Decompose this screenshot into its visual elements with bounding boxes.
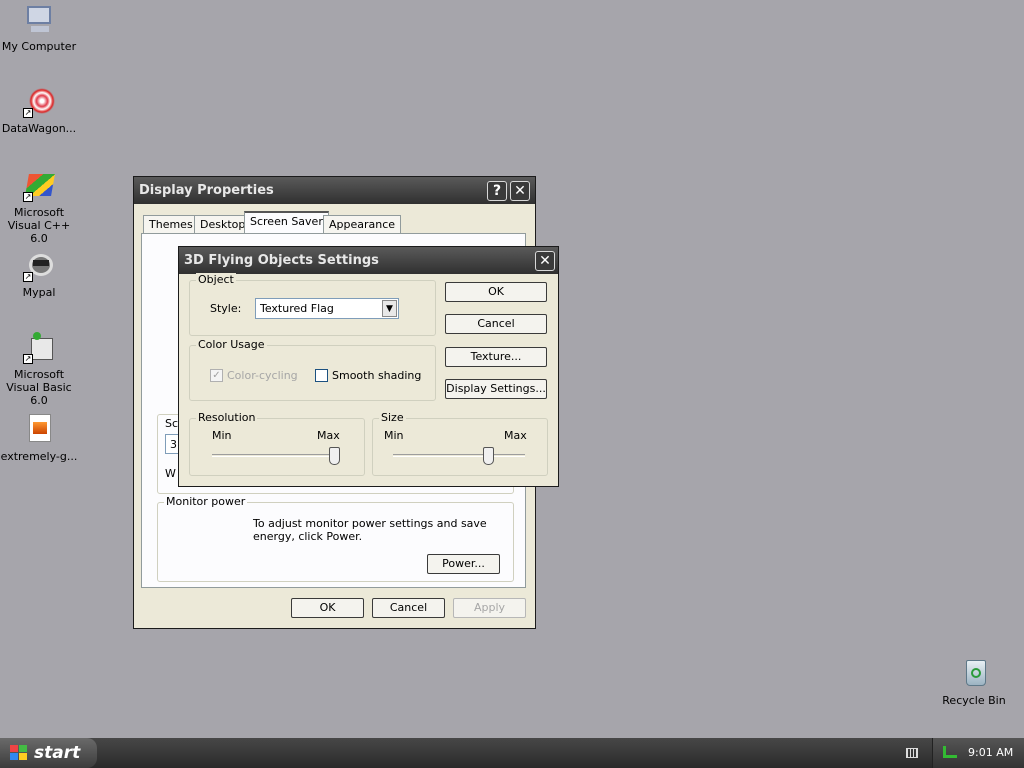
tab-screen-saver[interactable]: Screen Saver [244, 211, 329, 234]
resolution-slider-thumb[interactable] [329, 447, 340, 465]
taskbar: start 9:01 AM [0, 738, 1024, 768]
display-settings-button[interactable]: Display Settings... [445, 379, 547, 399]
desktop-icon-label: Microsoft Visual C++ 6.0 [7, 206, 71, 245]
my-computer-icon [23, 4, 55, 36]
resolution-max-label: Max [317, 429, 340, 442]
monitor-power-text: To adjust monitor power settings and sav… [253, 517, 487, 543]
image-file-icon [23, 414, 55, 446]
visual-cpp-icon: ↗ [23, 170, 55, 202]
size-min-label: Min [384, 429, 404, 442]
chevron-down-icon[interactable]: ▼ [382, 300, 397, 317]
desktop-icon-label: extremely-g... [0, 450, 78, 463]
resolution-group-label: Resolution [196, 411, 258, 424]
size-slider-thumb[interactable] [483, 447, 494, 465]
start-label: start [34, 743, 81, 763]
visual-basic-icon: ↗ [23, 332, 55, 364]
settings-dialog: 3D Flying Objects Settings ✕ Object Styl… [178, 246, 559, 487]
window-title: Display Properties [139, 183, 274, 198]
keyboard-icon[interactable] [906, 748, 918, 758]
system-tray: 9:01 AM [932, 738, 1024, 768]
shortcut-arrow-icon: ↗ [23, 354, 33, 364]
screensaver-label-partial: Sc [165, 417, 179, 430]
tab-themes[interactable]: Themes [143, 215, 199, 233]
object-group-label: Object [196, 273, 236, 286]
clock[interactable]: 9:01 AM [968, 746, 1013, 759]
desktop-icon-label: Microsoft Visual Basic 6.0 [6, 368, 72, 407]
texture-button[interactable]: Texture... [445, 347, 547, 367]
desktop-icon-label: Mypal [22, 286, 56, 299]
apply-button[interactable]: Apply [453, 598, 526, 618]
resolution-min-label: Min [212, 429, 232, 442]
resolution-slider[interactable] [212, 447, 340, 465]
desktop-icon-mypal[interactable]: ↗ Mypal [0, 250, 78, 299]
recycle-bin-icon [958, 658, 990, 690]
smooth-shading-label: Smooth shading [332, 369, 422, 382]
close-button[interactable]: ✕ [535, 251, 555, 271]
shortcut-arrow-icon: ↗ [23, 192, 33, 202]
windows-logo-icon [10, 745, 28, 761]
desktop-icon-recycle-bin[interactable]: Recycle Bin [935, 658, 1013, 707]
smooth-shading-checkbox[interactable] [315, 369, 328, 382]
wait-label-partial: W [165, 467, 176, 480]
shortcut-arrow-icon: ↗ [23, 108, 33, 118]
color-usage-group-label: Color Usage [196, 338, 267, 351]
color-cycling-label: Color-cycling [227, 369, 298, 382]
desktop-icon-image-file[interactable]: extremely-g... [0, 414, 78, 463]
size-group-label: Size [379, 411, 406, 424]
cancel-button[interactable]: Cancel [445, 314, 547, 334]
shortcut-arrow-icon: ↗ [23, 272, 33, 282]
mypal-icon: ↗ [23, 250, 55, 282]
size-max-label: Max [504, 429, 527, 442]
tab-desktop[interactable]: Desktop [194, 215, 252, 233]
desktop-icon-label: My Computer [1, 40, 77, 53]
desktop-icon-visual-cpp[interactable]: ↗ Microsoft Visual C++ 6.0 [0, 170, 78, 245]
style-select[interactable]: Textured Flag ▼ [255, 298, 399, 319]
desktop-icon-label: DataWagon... [1, 122, 77, 135]
style-select-value: Textured Flag [260, 302, 334, 315]
display-properties-titlebar[interactable]: Display Properties ? ✕ [134, 177, 535, 204]
desktop-icon-label: Recycle Bin [942, 694, 1006, 707]
desktop-icon-datawagon[interactable]: ↗ DataWagon... [0, 86, 78, 135]
desktop-icon-visual-basic[interactable]: ↗ Microsoft Visual Basic 6.0 [0, 332, 78, 407]
monitor-power-label: Monitor power [164, 495, 248, 508]
size-slider-track [393, 454, 525, 457]
ok-button[interactable]: OK [291, 598, 364, 618]
start-button[interactable]: start [0, 738, 97, 768]
color-cycling-checkbox[interactable]: ✓ [210, 369, 223, 382]
close-button[interactable]: ✕ [510, 181, 530, 201]
settings-dialog-titlebar[interactable]: 3D Flying Objects Settings ✕ [179, 247, 558, 274]
desktop-icon-my-computer[interactable]: My Computer [0, 4, 78, 53]
size-slider[interactable] [393, 447, 525, 465]
power-button[interactable]: Power... [427, 554, 500, 574]
dialog-title: 3D Flying Objects Settings [184, 253, 379, 268]
tab-appearance[interactable]: Appearance [323, 215, 402, 233]
ok-button[interactable]: OK [445, 282, 547, 302]
help-button[interactable]: ? [487, 181, 507, 201]
resolution-slider-track [212, 454, 340, 457]
cancel-button[interactable]: Cancel [372, 598, 445, 618]
network-icon[interactable] [943, 746, 957, 758]
datawagon-icon: ↗ [23, 86, 55, 118]
style-label: Style: [210, 302, 242, 315]
